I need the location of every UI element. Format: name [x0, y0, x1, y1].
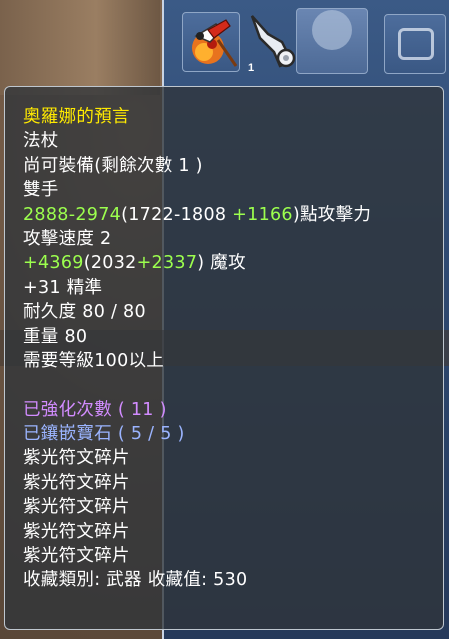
magic-total: +4369 — [23, 253, 84, 274]
durability-stat: 耐久度 80 / 80 — [23, 302, 146, 323]
magic-base: (2032 — [83, 253, 137, 274]
fist-icon — [398, 28, 434, 60]
enhance-count: 已強化次數 ( 11 ) — [23, 399, 167, 420]
attack-bonus: +1166 — [232, 204, 293, 225]
magic-stat: +4369(2032+2337) 魔攻 — [23, 251, 443, 275]
item-type: 法杖 — [23, 131, 59, 152]
wing-accessory-icon[interactable] — [246, 12, 302, 76]
rune-slot: 紫光符文碎片 — [23, 546, 130, 567]
rune-slot: 紫光符文碎片 — [23, 472, 130, 493]
weight-stat: 重量 80 — [23, 326, 88, 347]
rune-slot: 紫光符文碎片 — [23, 497, 130, 518]
rune-slot: 紫光符文碎片 — [23, 521, 130, 542]
ghost-avatar-icon — [312, 10, 352, 50]
staff-weapon-icon[interactable] — [186, 14, 242, 70]
collection-info: 收藏類別: 武器 收藏值: 530 — [23, 570, 248, 591]
gem-count: 已鑲嵌寶石 ( 5 / 5 ) — [23, 424, 185, 445]
attack-suffix: )點攻擊力 — [292, 204, 372, 225]
rune-slot: 紫光符文碎片 — [23, 448, 130, 469]
slot-level-label: 1 — [248, 62, 255, 74]
level-requirement: 需要等級100以上 — [23, 350, 165, 371]
attack-range: 2888-2974 — [23, 204, 122, 225]
item-hands: 雙手 — [23, 180, 59, 201]
background-scenery — [0, 0, 160, 95]
attack-stat: 2888-2974(1722-1808 +1166)點攻擊力 — [23, 203, 443, 227]
attack-speed: 攻擊速度 2 — [23, 228, 112, 249]
magic-bonus: +2337 — [136, 253, 198, 274]
item-name: 奧羅娜的預言 — [23, 107, 130, 127]
attack-base: (1722-1808 — [121, 204, 233, 225]
item-tooltip: 奧羅娜的預言 法杖 尚可裝備(剩餘次數 1 ) 雙手 2888-2974(172… — [4, 86, 444, 630]
magic-suffix: ) 魔攻 — [197, 253, 246, 274]
item-tradeable: 尚可裝備(剩餘次數 1 ) — [23, 155, 203, 176]
accuracy-stat: +31 精準 — [23, 277, 103, 298]
